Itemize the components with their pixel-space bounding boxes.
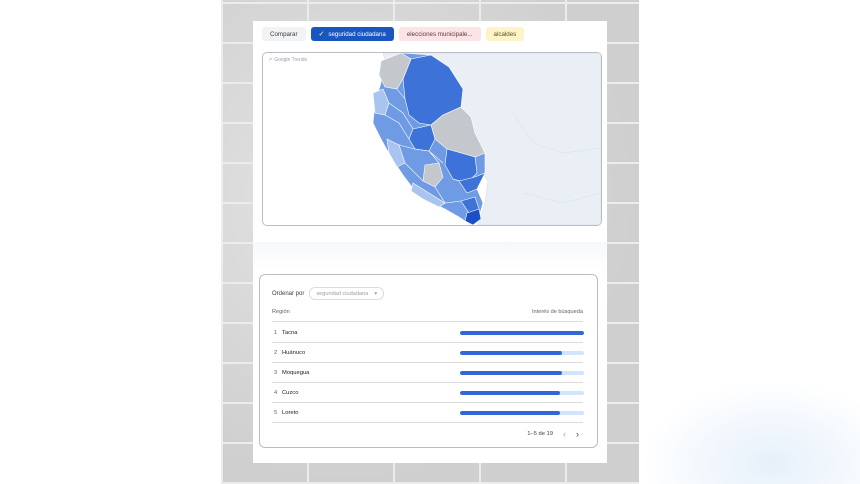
table-row[interactable]: 1 Tacna xyxy=(272,323,584,343)
table-row[interactable]: 5 Loreto xyxy=(272,403,584,423)
interest-bar xyxy=(460,371,584,375)
row-rank: 4 xyxy=(274,390,278,396)
interest-bar-fill xyxy=(460,351,562,355)
elecciones-chip-label: elecciones municipale... xyxy=(406,30,473,38)
compare-chip-label: Comparar xyxy=(270,30,298,38)
elecciones-municipales-chip[interactable]: elecciones municipale... xyxy=(398,27,481,41)
interest-bar-fill xyxy=(460,331,584,335)
region-table: Ordenar por seguridad ciudadana ▾ Región… xyxy=(259,274,598,448)
seguridad-ciudadana-chip[interactable]: ✓ seguridad ciudadana xyxy=(310,27,394,41)
table-row[interactable]: 3 Moquegua xyxy=(272,363,584,383)
seguridad-chip-label: seguridad ciudadana xyxy=(328,30,386,38)
previous-page-button[interactable]: ‹ xyxy=(563,429,566,439)
next-page-button[interactable]: › xyxy=(576,429,579,439)
order-by-select[interactable]: seguridad ciudadana ▾ xyxy=(309,287,385,300)
interest-bar xyxy=(460,351,584,355)
interest-bar xyxy=(460,331,584,335)
row-region: Cuzco xyxy=(282,390,299,396)
term-chips: Comparar ✓ seguridad ciudadana eleccione… xyxy=(262,27,525,41)
interest-bar-fill xyxy=(460,411,561,415)
compare-chip[interactable]: Comparar xyxy=(262,27,306,41)
interest-bar-fill xyxy=(460,371,562,375)
interest-bar xyxy=(460,391,584,395)
order-by-value: seguridad ciudadana xyxy=(316,290,369,297)
interest-bar xyxy=(460,411,584,415)
trend-icon: ↗ xyxy=(268,57,273,63)
section-divider xyxy=(253,242,607,270)
google-trends-label: Google Trends xyxy=(274,57,308,63)
row-region: Huánuco xyxy=(282,350,306,356)
row-rank: 3 xyxy=(274,370,278,376)
trends-card: Comparar ✓ seguridad ciudadana eleccione… xyxy=(253,21,607,463)
table-row[interactable]: 4 Cuzco xyxy=(272,383,584,403)
alcaldes-chip-label: alcaldes xyxy=(493,30,517,38)
row-rank: 2 xyxy=(274,350,278,356)
background-glow xyxy=(640,380,860,484)
pagination: 1–5 de 19 ‹ › xyxy=(527,429,579,439)
check-icon: ✓ xyxy=(318,31,325,38)
interest-bar-fill xyxy=(460,391,561,395)
row-rank: 1 xyxy=(274,330,278,336)
row-region: Moquegua xyxy=(282,370,310,376)
order-by-label: Ordenar por xyxy=(272,290,305,297)
google-trends-watermark: ↗ Google Trends xyxy=(268,57,307,63)
region-column-header: Región xyxy=(272,309,290,315)
dropdown-caret-icon: ▾ xyxy=(374,290,378,297)
interest-column-header: Interés de búsqueda xyxy=(531,309,583,315)
alcaldes-chip[interactable]: alcaldes xyxy=(485,27,525,41)
row-region: Tacna xyxy=(282,330,298,336)
sort-control: Ordenar por seguridad ciudadana ▾ xyxy=(272,287,385,300)
row-rank: 5 xyxy=(274,410,278,416)
pagination-label: 1–5 de 19 xyxy=(527,431,553,437)
table-header: Región Interés de búsqueda xyxy=(272,309,583,322)
peru-map-svg xyxy=(372,53,601,225)
region-map[interactable]: ↗ Google Trends xyxy=(262,52,602,226)
row-region: Loreto xyxy=(282,410,299,416)
table-row[interactable]: 2 Huánuco xyxy=(272,343,584,363)
